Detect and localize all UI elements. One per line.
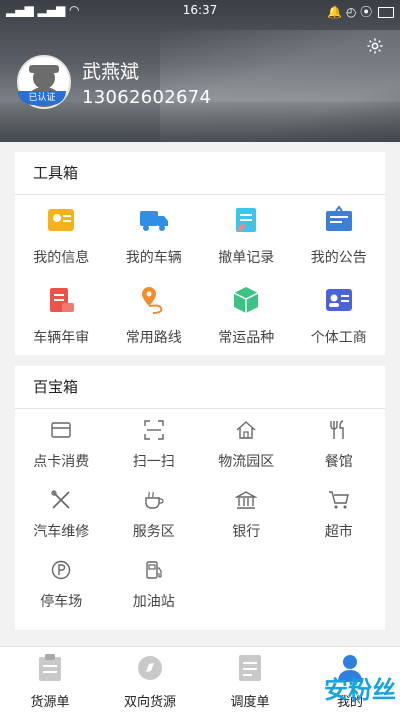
service-label: 汽车维修 xyxy=(33,524,90,540)
gas-station-icon xyxy=(146,561,162,579)
service-service-area[interactable]: 服务区 xyxy=(108,479,201,549)
service-logistics-park[interactable]: 物流园区 xyxy=(200,409,293,479)
treasure-box-card: 百宝箱 点卡消费 扫一扫 物流园区 餐馆 汽车维修 服务区 银行 超市 停车场 … xyxy=(15,366,385,630)
profile-header: ▂▄▆ ▂▄▆ ◠ 16:37 🔔 ◴ ⦿ 已认证 武燕斌 1306260267… xyxy=(0,0,400,142)
tab-label: 货源单 xyxy=(30,695,70,710)
inspection-icon xyxy=(50,288,75,312)
status-right-icons: 🔔 ◴ ⦿ xyxy=(327,3,394,20)
tool-cancel-records[interactable]: 撤单记录 xyxy=(200,195,293,275)
treasure-box-grid: 点卡消费 扫一扫 物流园区 餐馆 汽车维修 服务区 银行 超市 停车场 加油站 xyxy=(15,409,385,619)
record-icon xyxy=(236,208,257,232)
treasure-box-title: 百宝箱 xyxy=(15,366,385,409)
business-license-icon xyxy=(325,289,352,311)
route-icon xyxy=(141,287,163,314)
status-bar: ▂▄▆ ▂▄▆ ◠ 16:37 🔔 ◴ ⦿ xyxy=(0,0,400,20)
service-label: 银行 xyxy=(232,524,261,540)
settings-gear-icon[interactable] xyxy=(366,37,384,55)
service-label: 加油站 xyxy=(132,594,175,610)
service-label: 餐馆 xyxy=(324,454,353,470)
shopping-cart-icon xyxy=(328,491,349,509)
tab-cargo-source[interactable]: 货源单 xyxy=(0,647,100,712)
service-label: 物流园区 xyxy=(218,454,275,470)
notice-board-icon xyxy=(325,205,352,231)
tab-dispatch[interactable]: 调度单 xyxy=(200,647,300,712)
tool-label: 个体工商 xyxy=(310,330,367,346)
truck-icon xyxy=(139,211,168,231)
service-restaurant[interactable]: 餐馆 xyxy=(293,409,386,479)
tool-vehicle-inspection[interactable]: 车辆年审 xyxy=(15,275,108,355)
tool-label: 车辆年审 xyxy=(33,330,90,346)
battery-icon xyxy=(378,7,394,18)
service-label: 扫一扫 xyxy=(132,454,175,470)
tool-my-notice[interactable]: 我的公告 xyxy=(293,195,386,275)
compass-icon xyxy=(138,656,162,680)
tool-label: 我的车辆 xyxy=(125,250,182,266)
clipboard-icon xyxy=(39,654,61,681)
tool-common-routes[interactable]: 常用路线 xyxy=(108,275,201,355)
tab-label: 双向货源 xyxy=(123,695,176,710)
service-label: 点卡消费 xyxy=(33,454,90,470)
id-card-icon xyxy=(48,209,75,231)
home-icon xyxy=(236,421,256,439)
tool-label: 我的公告 xyxy=(310,250,367,266)
service-bank[interactable]: 银行 xyxy=(200,479,293,549)
watermark-logo: 安粉丝 xyxy=(324,676,396,704)
toolbox-card: 工具箱 我的信息 我的车辆 撤单记录 我的公告 车辆年审 常用路线 常运品种 个… xyxy=(15,152,385,355)
coffee-icon xyxy=(145,491,164,509)
tool-label: 常用路线 xyxy=(125,330,182,346)
repair-tools-icon xyxy=(51,490,70,509)
service-label: 超市 xyxy=(324,524,353,540)
restaurant-icon xyxy=(330,420,344,439)
verified-badge: 已认证 xyxy=(18,91,66,105)
tool-common-goods[interactable]: 常运品种 xyxy=(200,275,293,355)
tab-label: 调度单 xyxy=(230,695,270,710)
service-parking[interactable]: 停车场 xyxy=(15,549,108,619)
tool-my-info[interactable]: 我的信息 xyxy=(15,195,108,275)
toolbox-grid: 我的信息 我的车辆 撤单记录 我的公告 车辆年审 常用路线 常运品种 个体工商 xyxy=(15,195,385,355)
tab-two-way-cargo[interactable]: 双向货源 xyxy=(100,647,200,712)
service-label: 服务区 xyxy=(132,524,175,540)
toolbox-title: 工具箱 xyxy=(15,152,385,195)
tool-individual-business[interactable]: 个体工商 xyxy=(293,275,386,355)
service-car-repair[interactable]: 汽车维修 xyxy=(15,479,108,549)
header-background-road xyxy=(0,102,400,142)
bank-icon xyxy=(234,491,258,509)
service-gas-station[interactable]: 加油站 xyxy=(108,549,201,619)
scan-icon xyxy=(144,420,164,440)
document-icon xyxy=(239,655,261,681)
user-name: 武燕斌 xyxy=(82,61,140,83)
service-label: 停车场 xyxy=(40,594,83,610)
tool-label: 撤单记录 xyxy=(218,250,275,266)
service-scan[interactable]: 扫一扫 xyxy=(108,409,201,479)
tool-label: 常运品种 xyxy=(218,330,275,346)
parking-icon xyxy=(52,560,71,580)
tool-label: 我的信息 xyxy=(33,250,90,266)
card-icon xyxy=(51,422,71,438)
tool-my-vehicle[interactable]: 我的车辆 xyxy=(108,195,201,275)
service-supermarket[interactable]: 超市 xyxy=(293,479,386,549)
package-icon xyxy=(233,287,259,313)
service-card-payment[interactable]: 点卡消费 xyxy=(15,409,108,479)
user-phone: 13062602674 xyxy=(82,87,212,108)
